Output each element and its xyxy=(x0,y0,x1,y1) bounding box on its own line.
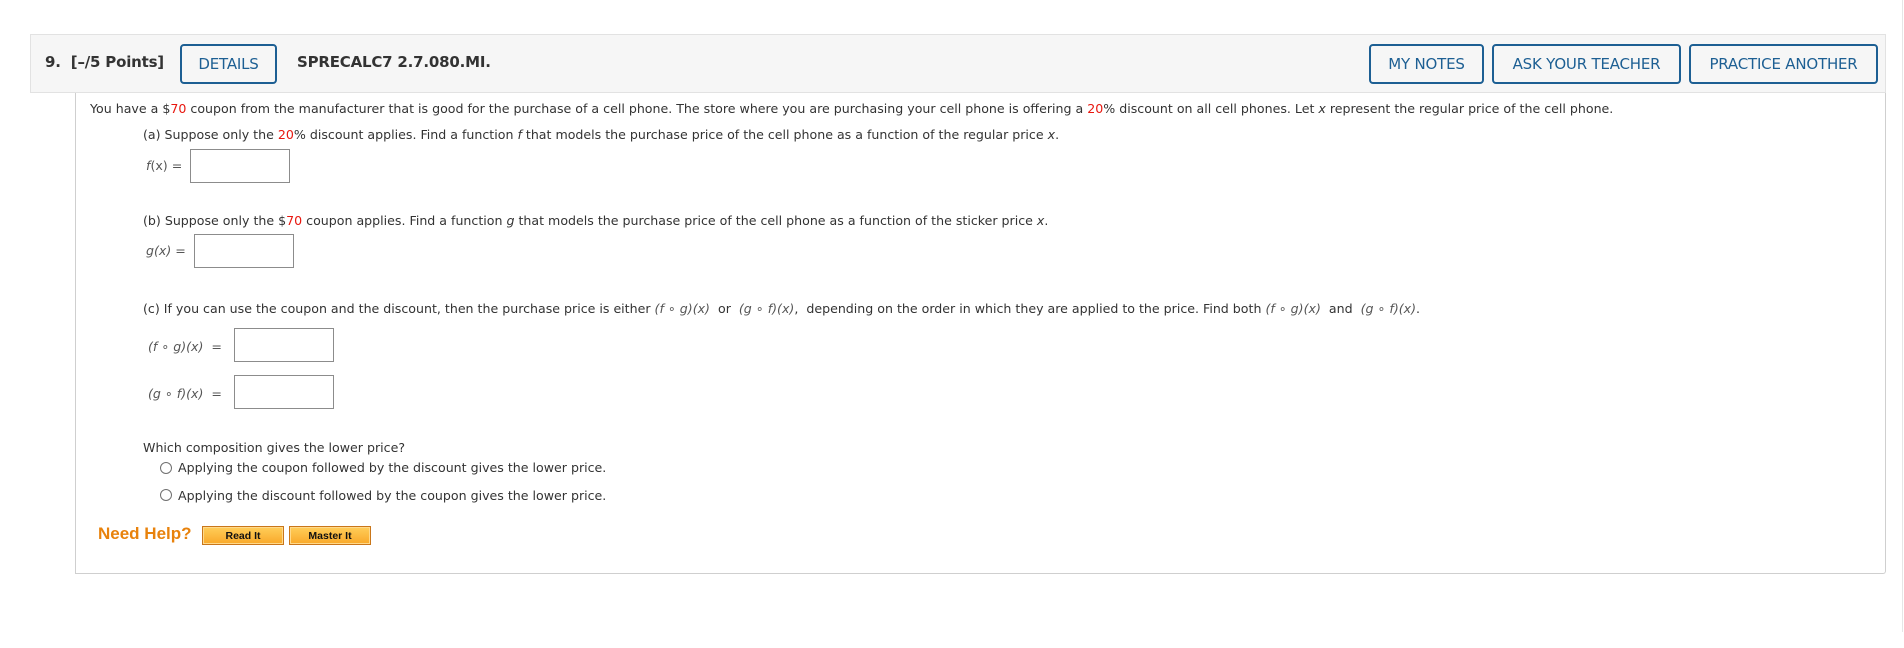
intro-text: You have a $70 coupon from the manufactu… xyxy=(90,101,1614,116)
scrollbar-edge xyxy=(1902,0,1903,632)
my-notes-button[interactable]: MY NOTES xyxy=(1369,44,1484,84)
option-coupon-first-label[interactable]: Applying the coupon followed by the disc… xyxy=(178,460,606,475)
part-b-text: (b) Suppose only the $70 coupon applies.… xyxy=(143,213,1049,228)
question-number: 9. xyxy=(45,53,61,71)
points-label: [–/5 Points] xyxy=(70,53,164,71)
need-help-label: Need Help? xyxy=(98,524,192,543)
option-discount-first-radio[interactable] xyxy=(160,489,172,501)
g-compose-f-label: (g ∘ f)(x) = xyxy=(148,386,222,401)
question-header: 9. [–/5 Points] DETAILS SPRECALC7 2.7.08… xyxy=(30,34,1886,93)
g-of-x-input[interactable] xyxy=(194,234,294,268)
f-of-x-input[interactable] xyxy=(190,149,290,183)
problem-code: SPRECALC7 2.7.080.MI. xyxy=(297,53,491,71)
practice-another-button[interactable]: PRACTICE ANOTHER xyxy=(1689,44,1878,84)
read-it-button[interactable]: Read It xyxy=(202,526,284,545)
option-discount-first-label[interactable]: Applying the discount followed by the co… xyxy=(178,488,606,503)
option-coupon-first-radio[interactable] xyxy=(160,462,172,474)
part-c-text: (c) If you can use the coupon and the di… xyxy=(143,301,1421,316)
g-of-x-label: g(x) = xyxy=(146,243,186,258)
question-points: 9. [–/5 Points] xyxy=(45,53,164,71)
ask-your-teacher-button[interactable]: ASK YOUR TEACHER xyxy=(1492,44,1681,84)
f-compose-g-input[interactable] xyxy=(234,328,334,362)
details-button[interactable]: DETAILS xyxy=(180,44,277,84)
part-a-text: (a) Suppose only the 20% discount applie… xyxy=(143,127,1060,142)
f-compose-g-label: (f ∘ g)(x) = xyxy=(148,339,222,354)
lower-price-question: Which composition gives the lower price? xyxy=(143,440,406,455)
g-compose-f-input[interactable] xyxy=(234,375,334,409)
master-it-button[interactable]: Master It xyxy=(289,526,371,545)
f-of-x-label: f(x) = xyxy=(146,158,183,173)
